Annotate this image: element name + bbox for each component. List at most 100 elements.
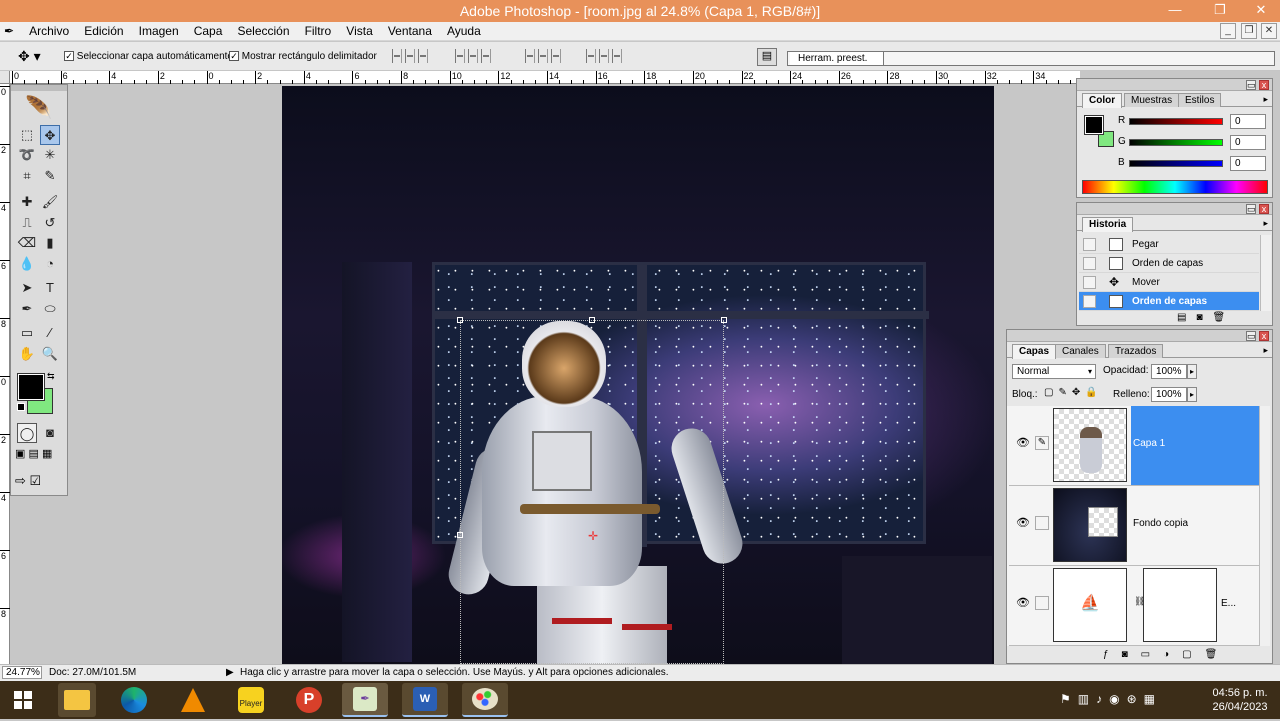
bbox-handle-tl[interactable]	[457, 317, 463, 323]
magic-wand-tool-icon[interactable]: ✳	[40, 145, 60, 165]
channel-r-value[interactable]: 0	[1230, 114, 1266, 129]
zoom-field[interactable]: 24.77%	[2, 666, 42, 679]
flag-icon[interactable]: ⚑	[1060, 692, 1078, 706]
speaker-icon[interactable]: ♪	[1096, 692, 1109, 706]
wifi-icon[interactable]: ◉	[1109, 692, 1126, 706]
distribute-left-icon[interactable]	[586, 49, 596, 63]
history-panel-close[interactable]: x	[1259, 204, 1269, 214]
eye-icon[interactable]: 👁	[1015, 436, 1031, 449]
bbox-handle-tc[interactable]	[589, 317, 595, 323]
channel-g-value[interactable]: 0	[1230, 135, 1266, 150]
healing-brush-tool-icon[interactable]: ✚	[17, 192, 37, 212]
layers-scrollbar[interactable]	[1259, 406, 1270, 646]
type-tool-icon[interactable]: T	[40, 278, 60, 298]
marquee-tool-icon[interactable]: ⬚	[17, 125, 37, 145]
default-colors-icon[interactable]	[17, 403, 25, 411]
tab-trazados[interactable]: Trazados	[1108, 344, 1164, 358]
lock-all-icon[interactable]: 🔒	[1085, 387, 1102, 398]
word-icon[interactable]: W	[402, 683, 448, 717]
swap-colors-icon[interactable]: ⇆	[47, 371, 55, 382]
paint-icon[interactable]	[462, 683, 508, 717]
distribute-bottom-icon[interactable]	[551, 49, 561, 63]
close-button[interactable]: ✕	[1246, 0, 1276, 22]
move-tool-icon[interactable]: ✥ ▾	[18, 48, 41, 65]
vlc-icon[interactable]	[174, 683, 212, 717]
eyedropper-tool-icon[interactable]: ⁄	[40, 323, 60, 343]
brush-tool-icon[interactable]: 🖌	[40, 192, 60, 212]
history-source-checkbox[interactable]	[1083, 295, 1096, 308]
transform-bounding-box[interactable]	[460, 320, 724, 664]
file-explorer-icon[interactable]	[58, 683, 96, 717]
link-slot[interactable]	[1035, 516, 1049, 530]
align-bottom-icon[interactable]	[418, 49, 428, 63]
layers-panel-close[interactable]: x	[1259, 331, 1269, 341]
color-spectrum-bar[interactable]	[1082, 180, 1268, 194]
menu-capa[interactable]: Capa	[188, 22, 229, 41]
distribute-top-icon[interactable]	[525, 49, 535, 63]
standard-mode-icon[interactable]: ◯	[17, 423, 37, 443]
layer-name[interactable]: Fondo copia	[1133, 518, 1188, 529]
menu-seleccion[interactable]: Selección	[231, 22, 295, 41]
show-bbox-option[interactable]: ✓ Mostrar rectángulo delimitador	[229, 51, 377, 62]
history-panel-menu-icon[interactable]: ▸	[1263, 218, 1268, 229]
file-browser-icon[interactable]: ▤	[757, 48, 777, 66]
full-screen-icon[interactable]: ▦	[42, 448, 52, 460]
layer-style-icon[interactable]: ƒ	[1103, 649, 1122, 660]
path-selection-tool-icon[interactable]: ➤	[17, 278, 37, 298]
history-source-checkbox[interactable]	[1083, 238, 1096, 251]
color-panel-fg-swatch[interactable]	[1084, 115, 1104, 135]
doc-close-button[interactable]: ✕	[1261, 23, 1277, 39]
delete-state-icon[interactable]: 🗑	[1213, 312, 1236, 323]
zoom-tool-icon[interactable]: 🔍	[40, 344, 60, 364]
menu-filtro[interactable]: Filtro	[299, 22, 338, 41]
network-icon[interactable]: ▥	[1078, 692, 1096, 706]
layer-mask-thumbnail[interactable]	[1143, 568, 1217, 642]
maximize-button[interactable]: ❐	[1205, 0, 1235, 22]
doc-size-info[interactable]: Doc: 27.0M/101.5M	[49, 667, 136, 678]
status-arrow-icon[interactable]: ▶	[226, 667, 234, 678]
bbox-handle-ml[interactable]	[457, 532, 463, 538]
color-panel-menu-icon[interactable]: ▸	[1263, 94, 1268, 105]
history-panel-minimize[interactable]: ▭	[1246, 204, 1256, 214]
tab-muestras[interactable]: Muestras	[1124, 93, 1180, 107]
layers-panel-minimize[interactable]: ▭	[1246, 331, 1256, 341]
delete-layer-icon[interactable]: 🗑	[1205, 649, 1231, 660]
history-item-orden-1[interactable]: Orden de capas	[1079, 254, 1259, 273]
history-panel-titlebar[interactable]: ▭ x	[1077, 203, 1272, 215]
defender-icon[interactable]: ⊛	[1127, 692, 1144, 706]
pen-tool-icon[interactable]: ✒	[17, 299, 37, 319]
app-icon[interactable]: ✒	[0, 22, 20, 41]
distribute-vertical-group[interactable]	[525, 49, 561, 65]
lock-pixels-icon[interactable]: ✎	[1058, 387, 1071, 398]
move-tool-icon[interactable]: ✥	[40, 125, 60, 145]
auto-select-checkbox[interactable]: ✓	[64, 51, 74, 62]
layer-name[interactable]: E...	[1221, 598, 1236, 609]
edge-icon[interactable]	[115, 683, 153, 717]
photoshop-taskbar-icon[interactable]: ✒	[342, 683, 388, 717]
align-vcenter-icon[interactable]	[405, 49, 415, 63]
menu-ventana[interactable]: Ventana	[382, 22, 438, 41]
lasso-tool-icon[interactable]: ➰	[17, 145, 37, 165]
auto-select-option[interactable]: ✓ Seleccionar capa automáticamente	[64, 51, 233, 62]
history-brush-tool-icon[interactable]: ↺	[40, 213, 60, 233]
feather-logo-icon[interactable]: 🪶	[15, 95, 63, 121]
doc-minimize-button[interactable]: _	[1220, 23, 1236, 39]
edit-in-imageready-icon[interactable]: ☑	[30, 473, 42, 488]
layer-row-capa-1[interactable]: 👁 ✎ Capa 1	[1009, 406, 1259, 486]
history-source-checkbox[interactable]	[1083, 276, 1096, 289]
link-slot[interactable]	[1035, 596, 1049, 610]
standard-screen-icon[interactable]: ▣	[15, 448, 25, 460]
channel-b-slider[interactable]	[1129, 160, 1223, 167]
notes-tool-icon[interactable]: ▭	[17, 323, 37, 343]
gradient-tool-icon[interactable]: ▮	[40, 233, 60, 253]
lock-transparency-icon[interactable]: ▢	[1044, 387, 1058, 398]
tool-presets-tab[interactable]: Herram. preest.	[790, 52, 884, 65]
new-layer-icon[interactable]: ▢	[1182, 649, 1204, 660]
brush-link-icon[interactable]: ✎	[1035, 436, 1049, 450]
bbox-handle-tr[interactable]	[721, 317, 727, 323]
minimize-button[interactable]: —	[1160, 0, 1190, 22]
slice-tool-icon[interactable]: ✎	[40, 166, 60, 186]
lock-position-icon[interactable]: ✥	[1072, 387, 1085, 398]
history-item-orden-2[interactable]: Orden de capas	[1079, 292, 1259, 311]
dodge-tool-icon[interactable]: ◔	[40, 254, 60, 274]
